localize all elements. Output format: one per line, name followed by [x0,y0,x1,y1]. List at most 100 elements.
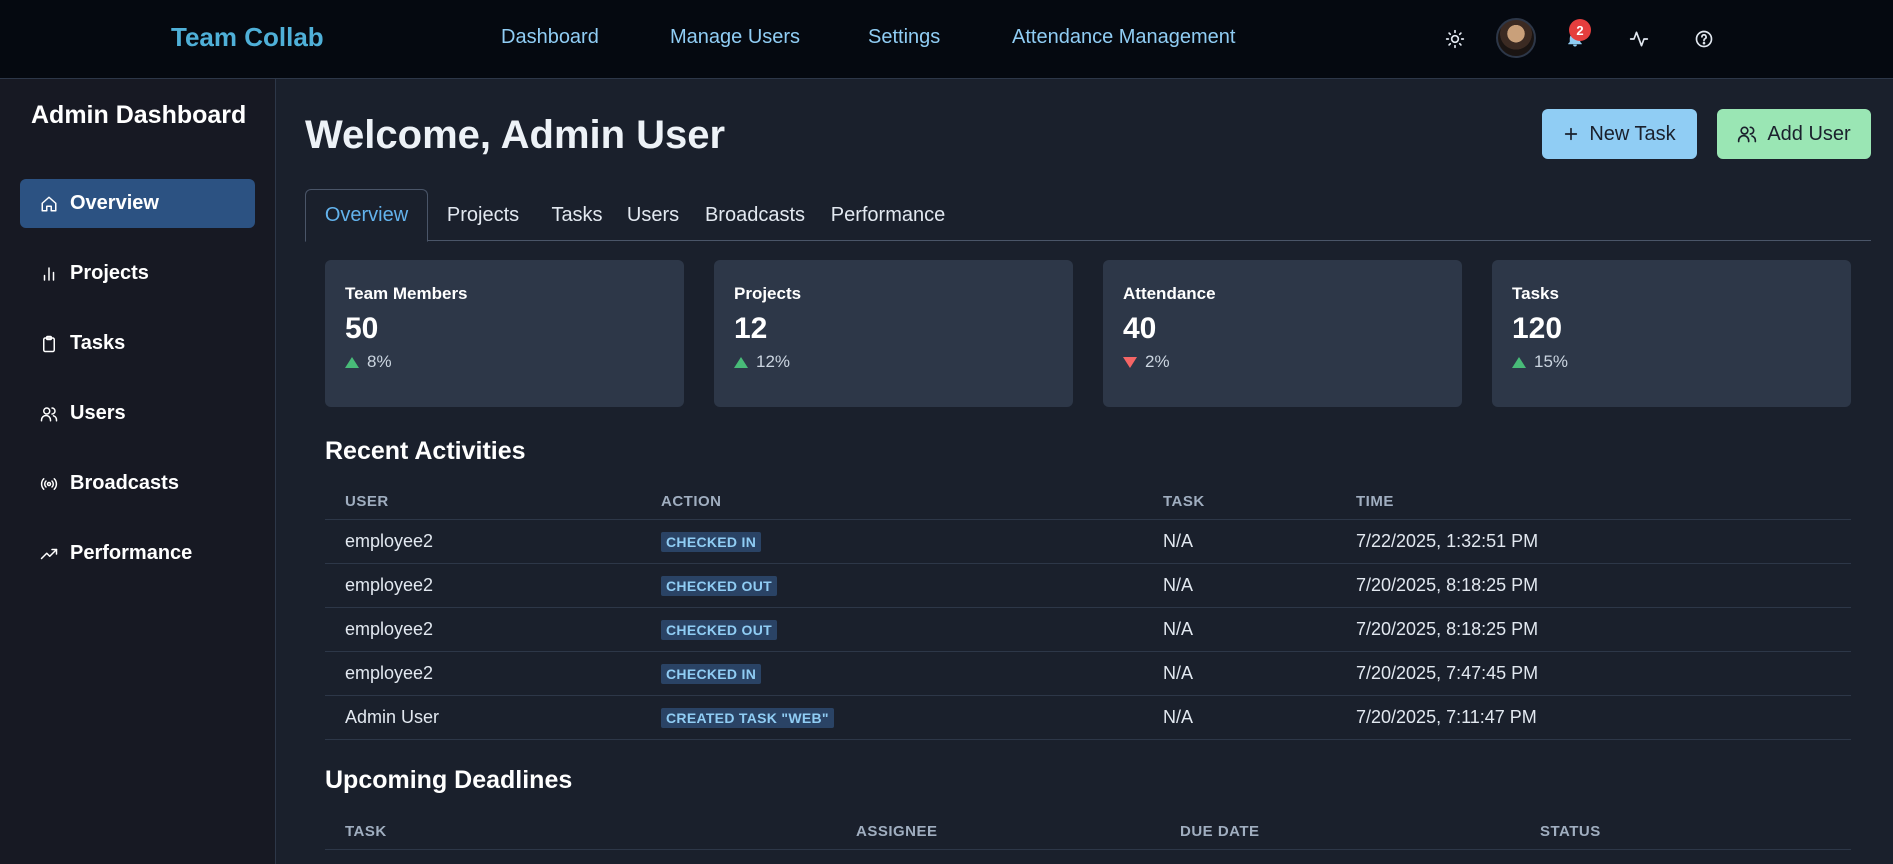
table-header-row: TASK ASSIGNEE DUE DATE STATUS [325,815,1851,850]
sidebar-item-overview[interactable]: Overview [20,179,255,228]
stat-card-team-members: Team Members 50 8% [325,260,684,407]
stat-label: Tasks [1512,284,1559,303]
recent-activities-table: USER ACTION TASK TIME employee2 CHECKED … [325,485,1851,740]
sidebar-title: Admin Dashboard [31,101,247,129]
nav-link-attendance-management[interactable]: Attendance Management [1012,26,1236,49]
stat-card-tasks: Tasks 120 15% [1492,260,1851,407]
column-header-task: TASK [325,815,836,850]
cell-task: N/A [1143,651,1336,696]
users-icon [1738,126,1757,143]
sidebar: Admin Dashboard Overview Projects Tasks … [0,79,276,864]
new-task-button[interactable]: New Task [1542,109,1697,159]
cell-user: Admin User [325,695,641,740]
stat-change-value: 2% [1145,352,1170,371]
sidebar-item-label: Users [70,402,126,424]
stat-change-value: 15% [1534,352,1569,371]
sidebar-item-label: Broadcasts [70,472,179,494]
sidebar-item-tasks[interactable]: Tasks [20,319,255,368]
nav-link-settings[interactable]: Settings [868,26,940,49]
user-avatar[interactable] [1496,18,1536,58]
trending-up-icon [40,548,58,559]
upcoming-deadlines-table: TASK ASSIGNEE DUE DATE STATUS [325,815,1851,850]
sidebar-item-performance[interactable]: Performance [20,529,255,578]
cell-action: CHECKED OUT [641,563,1143,608]
stat-value: 12 [734,312,768,345]
cell-action: CREATED TASK "WEB" [641,695,1143,740]
bar-chart-icon [43,266,55,281]
stat-change: 8% [345,352,664,372]
tab-projects[interactable]: Projects [433,189,533,242]
table-row: Admin User CREATED TASK "WEB" N/A 7/20/2… [325,695,1851,740]
arrow-up-icon [734,356,748,368]
table-row: employee2 CHECKED IN N/A 7/20/2025, 7:47… [325,651,1851,696]
nav-link-dashboard[interactable]: Dashboard [501,26,599,49]
arrow-up-icon [345,356,359,368]
top-navbar: Team Collab Dashboard Manage Users Setti… [0,0,1893,79]
stat-change: 2% [1123,352,1442,372]
stat-change-value: 12% [756,352,791,371]
arrow-up-icon [1512,356,1526,368]
tab-tasks[interactable]: Tasks [545,189,609,242]
sidebar-item-label: Projects [70,262,149,284]
plus-icon [1565,127,1578,141]
users-icon [40,406,58,421]
cell-task: N/A [1143,695,1336,740]
tab-overview[interactable]: Overview [305,189,428,242]
column-header-task: TASK [1143,485,1336,520]
action-tag: CHECKED IN [661,663,762,684]
sidebar-item-broadcasts[interactable]: Broadcasts [20,459,255,508]
nav-link-manage-users[interactable]: Manage Users [670,26,800,49]
table-header-row: USER ACTION TASK TIME [325,485,1851,520]
stat-card-attendance: Attendance 40 2% [1103,260,1462,407]
sidebar-item-projects[interactable]: Projects [20,249,255,298]
notification-badge: 2 [1569,19,1591,41]
column-header-action: ACTION [641,485,1143,520]
tab-bar: Overview Projects Tasks Users Broadcasts… [305,189,1871,242]
cell-time: 7/20/2025, 7:47:45 PM [1336,651,1851,696]
cell-task: N/A [1143,519,1336,564]
column-header-assignee: ASSIGNEE [836,815,1160,850]
page-title: Welcome, Admin User [305,113,726,157]
new-task-label: New Task [1589,122,1676,145]
column-header-time: TIME [1336,485,1851,520]
cell-task: N/A [1143,607,1336,652]
arrow-down-icon [1123,356,1137,368]
cell-time: 7/22/2025, 1:32:51 PM [1336,519,1851,564]
action-tag: CHECKED OUT [661,619,777,640]
broadcast-icon [40,477,58,490]
cell-time: 7/20/2025, 8:18:25 PM [1336,607,1851,652]
cell-action: CHECKED OUT [641,607,1143,652]
tab-broadcasts[interactable]: Broadcasts [700,189,810,242]
sidebar-item-label: Overview [70,192,159,214]
stat-card-projects: Projects 12 12% [714,260,1073,407]
sun-icon[interactable] [1440,24,1470,54]
cell-action: CHECKED IN [641,519,1143,564]
stat-change: 12% [734,352,1053,372]
sidebar-item-label: Tasks [70,332,126,354]
add-user-button[interactable]: Add User [1717,109,1871,159]
sidebar-item-users[interactable]: Users [20,389,255,438]
add-user-label: Add User [1767,122,1851,145]
table-row: employee2 CHECKED IN N/A 7/22/2025, 1:32… [325,519,1851,564]
stat-label: Attendance [1123,284,1216,303]
cell-user: employee2 [325,519,641,564]
help-icon[interactable] [1689,24,1719,54]
tab-users[interactable]: Users [621,189,685,242]
clipboard-icon [43,335,55,352]
stat-value: 120 [1512,312,1563,345]
upcoming-deadlines-title: Upcoming Deadlines [325,766,573,794]
table-row: employee2 CHECKED OUT N/A 7/20/2025, 8:1… [325,607,1851,652]
brand-logo[interactable]: Team Collab [171,22,324,53]
stat-label: Projects [734,284,802,303]
stat-change: 15% [1512,352,1831,372]
stat-value: 50 [345,312,379,345]
stat-value: 40 [1123,312,1157,345]
cell-user: employee2 [325,563,641,608]
tab-performance[interactable]: Performance [823,189,953,242]
column-header-status: STATUS [1520,815,1851,850]
column-header-user: USER [325,485,641,520]
cell-user: employee2 [325,607,641,652]
activity-icon[interactable] [1624,24,1654,54]
table-row: employee2 CHECKED OUT N/A 7/20/2025, 8:1… [325,563,1851,608]
cell-action: CHECKED IN [641,651,1143,696]
